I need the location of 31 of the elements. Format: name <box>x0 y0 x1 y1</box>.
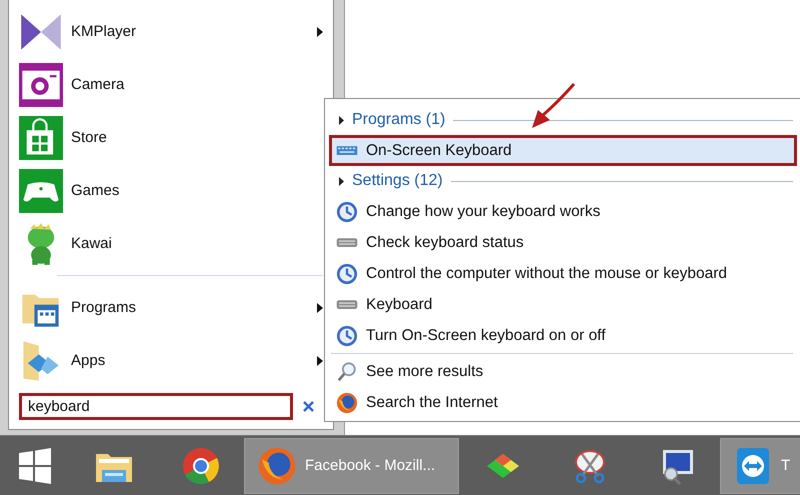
submenu-arrow-icon <box>317 302 323 312</box>
menu-item-label: Camera <box>71 76 126 93</box>
clear-icon[interactable] <box>303 401 314 412</box>
search-icon <box>336 360 358 382</box>
menu-item-label: Store <box>71 129 108 146</box>
globe-icon <box>257 446 297 486</box>
group-header[interactable]: Settings (12) <box>352 172 443 190</box>
browser-icon[interactable] <box>180 446 220 486</box>
menu-item[interactable]: KMPlayer <box>17 5 333 58</box>
dial-icon <box>336 324 358 346</box>
keyboard-icon <box>336 298 358 312</box>
menu-item-label: Kawai <box>71 235 113 252</box>
dial-icon <box>336 200 358 222</box>
globe-icon <box>336 392 358 414</box>
menu-item-label: Games <box>71 182 120 199</box>
submenu-arrow-icon <box>317 356 323 366</box>
camera-icon <box>19 62 63 106</box>
group-header[interactable]: Programs (1) <box>352 111 446 129</box>
search-field[interactable]: keyboard <box>19 393 293 420</box>
shopping-bag-icon <box>19 116 63 160</box>
dial-icon <box>336 262 358 284</box>
submenu-arrow-icon <box>317 26 323 36</box>
menu-item-label: Apps <box>71 352 106 369</box>
result-item[interactable]: Search the Internet <box>329 387 797 418</box>
menu-item-label: Programs <box>71 299 138 316</box>
menu-item[interactable]: Camera <box>17 58 333 111</box>
menu-item-label: KMPlayer <box>71 23 138 40</box>
keyboard-icon <box>336 236 358 250</box>
keyboard-icon <box>336 144 358 158</box>
gamepad-icon <box>19 168 63 212</box>
result-item[interactable]: On-Screen Keyboard <box>329 135 797 166</box>
